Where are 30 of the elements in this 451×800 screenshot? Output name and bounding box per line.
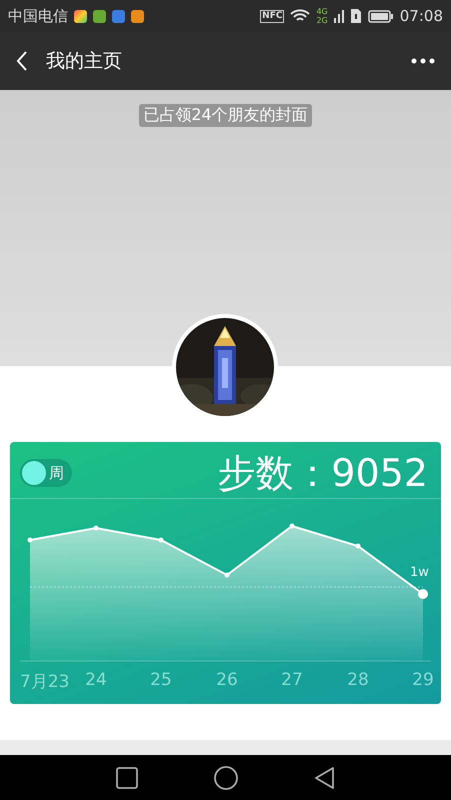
network-label: 2G xyxy=(316,16,328,25)
battery-icon xyxy=(368,10,394,22)
app-icon xyxy=(74,10,87,22)
date-label: 24 xyxy=(85,670,107,690)
date-label: 27 xyxy=(281,670,303,690)
signal-icon xyxy=(334,9,344,23)
back-nav-icon[interactable] xyxy=(314,766,335,790)
wifi-icon xyxy=(290,9,310,23)
back-icon[interactable] xyxy=(16,51,28,71)
app-icon xyxy=(93,10,106,22)
date-label: 29 xyxy=(412,670,434,690)
step-count: 步数：9052 xyxy=(217,450,428,496)
period-toggle[interactable]: 周 xyxy=(20,459,72,487)
date-label: 26 xyxy=(216,670,238,690)
date-label: 25 xyxy=(150,670,172,690)
nfc-icon: NFC xyxy=(260,10,284,22)
cover-background[interactable]: 已占领24个朋友的封面 xyxy=(0,90,451,366)
recents-icon[interactable] xyxy=(116,766,138,788)
clock: 07:08 xyxy=(400,7,443,25)
date-label: 7月23 xyxy=(20,671,70,693)
date-label: 28 xyxy=(347,670,369,690)
network-label: 4G xyxy=(316,7,328,16)
reference-label: 1w xyxy=(410,565,429,580)
carrier: 中国电信 xyxy=(8,6,68,26)
sim-icon xyxy=(350,8,362,24)
more-icon[interactable] xyxy=(411,58,435,64)
page-title: 我的主页 xyxy=(46,49,123,74)
home-icon[interactable] xyxy=(214,766,238,790)
app-icon xyxy=(131,10,144,22)
cover-caption: 已占领24个朋友的封面 xyxy=(139,104,312,127)
